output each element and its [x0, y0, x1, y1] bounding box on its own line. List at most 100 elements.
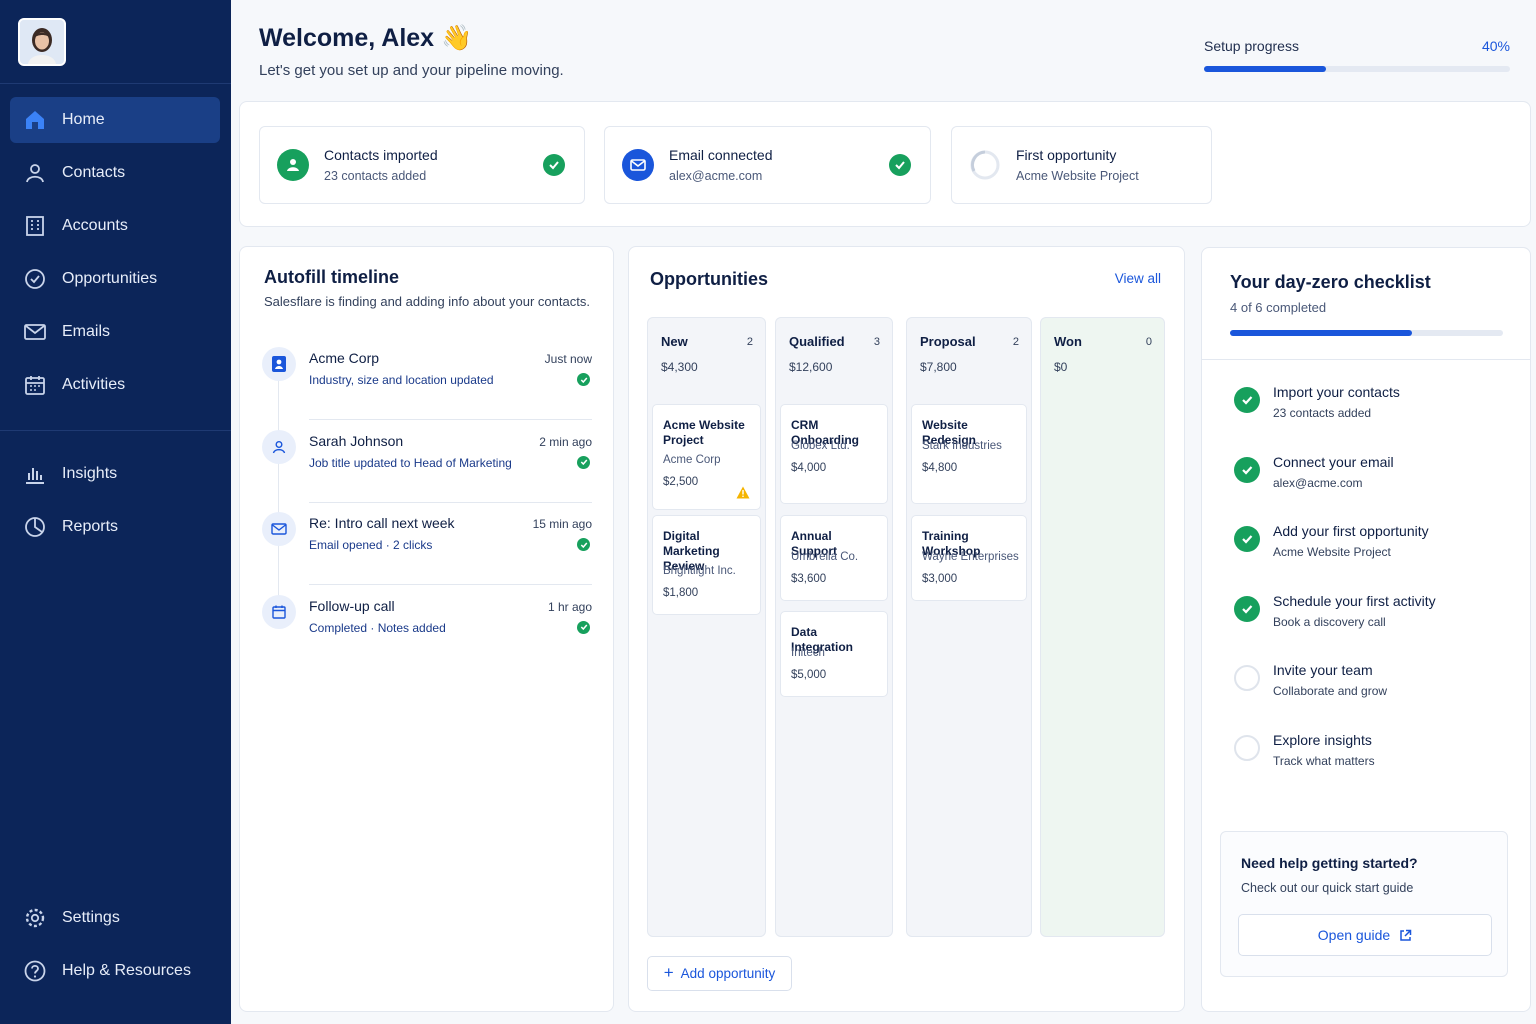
checklist-item[interactable]: Schedule your first activity Book a disco…: [1234, 591, 1514, 641]
checklist-progress-fill: [1230, 330, 1413, 336]
column-name: Proposal: [920, 334, 976, 349]
checklist-item[interactable]: Add your first opportunity Acme Website P…: [1234, 521, 1514, 571]
opportunity-card[interactable]: Acme Website Project Acme Corp $2,500: [652, 404, 761, 510]
column-total: $12,600: [789, 360, 833, 374]
column-total: $7,800: [920, 360, 957, 374]
setup-progress-label: Setup progress: [1204, 38, 1299, 54]
opportunity-company: Stark Industries: [922, 440, 1002, 452]
user-icon: [262, 429, 296, 464]
step-card-email[interactable]: Email connected alex@acme.com: [604, 126, 931, 204]
loading-spinner-icon: [969, 149, 1001, 181]
check-icon: [577, 455, 590, 469]
check-icon: [577, 538, 590, 551]
checklist-item[interactable]: Explore insights Track what matters: [1234, 730, 1514, 780]
open-guide-button[interactable]: Open guide: [1238, 914, 1492, 956]
checklist-item[interactable]: Invite your team Collaborate and grow: [1234, 660, 1514, 710]
sidebar-item-accounts[interactable]: Accounts: [10, 203, 220, 249]
sidebar-item-contacts[interactable]: Contacts: [10, 150, 220, 196]
help-circle-icon: [22, 958, 48, 984]
opportunity-value: $4,000: [791, 462, 827, 474]
opportunity-company: Umbrella Co.: [791, 551, 859, 563]
step-card-contacts[interactable]: Contacts imported 23 contacts added: [259, 126, 585, 204]
opportunity-value: $5,000: [791, 669, 827, 681]
view-all-link[interactable]: View all: [1115, 271, 1161, 286]
timeline-item-subtitle: Industry, size and location updated: [309, 373, 494, 387]
opportunity-card[interactable]: CRM Onboarding Globex Ltd. $4,000: [780, 404, 888, 504]
step-title: Contacts imported: [324, 147, 438, 163]
sidebar-item-home[interactable]: Home: [10, 97, 220, 143]
check-icon: [889, 154, 911, 176]
checklist-item-subtitle: alex@acme.com: [1273, 475, 1363, 490]
sidebar-item-opportunities[interactable]: Opportunities: [10, 256, 220, 302]
setup-progress-percent: 40%: [1481, 38, 1510, 54]
avatar[interactable]: [18, 18, 66, 66]
divider: [309, 501, 592, 503]
empty-circle-icon[interactable]: [1234, 735, 1260, 761]
sidebar: Home Contacts Accounts Opportunities Emails A…: [0, 0, 231, 1024]
timeline-item-time: 1 hr ago: [547, 599, 592, 614]
sidebar-item-reports[interactable]: Reports: [10, 504, 220, 550]
wave-emoji: 👋: [441, 24, 473, 52]
pie-chart-icon: [22, 514, 48, 540]
opportunity-card[interactable]: Digital Marketing Review Brightlight Inc.…: [652, 515, 761, 615]
opportunity-card[interactable]: Annual Support Umbrella Co. $3,600: [780, 515, 888, 601]
sidebar-item-activities[interactable]: Activities: [10, 362, 220, 408]
setup-progress-fill: [1204, 66, 1327, 72]
sidebar-item-help-resources[interactable]: Help & Resources: [10, 948, 220, 994]
envelope-icon: [262, 512, 296, 546]
checklist-item[interactable]: Connect your email alex@acme.com: [1234, 452, 1514, 502]
timeline-item[interactable]: Acme Corp Industry, size and location upd…: [262, 347, 592, 429]
timeline-item[interactable]: Follow-up call Completed · Notes added 1 h…: [262, 594, 592, 677]
check-icon: [1234, 387, 1260, 413]
column-count: 0: [1145, 336, 1152, 348]
timeline-item[interactable]: Re: Intro call next week Email opened · 2…: [262, 512, 592, 594]
sidebar-item-label: Reports: [62, 518, 119, 535]
building-icon: [22, 213, 48, 239]
sidebar-item-emails[interactable]: Emails: [10, 309, 220, 355]
sidebar-item-label: Contacts: [62, 164, 126, 181]
empty-circle-icon[interactable]: [1234, 665, 1260, 692]
envelope-icon: [622, 149, 654, 181]
timeline-subtitle: Salesflare is finding and adding info ab…: [264, 294, 590, 309]
opportunity-card[interactable]: Data Integration Initech $5,000: [780, 611, 888, 697]
timeline-item-title: Sarah Johnson: [309, 432, 404, 449]
calendar-icon: [262, 594, 296, 629]
column-name: New: [661, 334, 688, 349]
opportunity-value: $4,800: [922, 462, 958, 474]
step-subtitle: Acme Website Project: [1016, 169, 1139, 183]
opportunity-card[interactable]: Website Redesign Stark Industries $4,800: [911, 404, 1027, 504]
checklist-item-subtitle: Book a discovery call: [1273, 614, 1386, 629]
page-subtitle: Let's get you set up and your pipeline m…: [259, 62, 564, 79]
opportunity-value: $1,800: [663, 587, 699, 599]
add-opportunity-button[interactable]: + Add opportunity: [647, 956, 792, 991]
checklist-item-subtitle: Acme Website Project: [1273, 545, 1391, 560]
check-icon: [543, 154, 565, 176]
checklist-item[interactable]: Import your contacts 23 contacts added: [1234, 382, 1514, 432]
opportunity-company: Wayne Enterprises: [922, 551, 1019, 563]
target-icon: [22, 266, 48, 292]
checklist-item-title: Schedule your first activity: [1273, 592, 1436, 609]
add-opportunity-label: Add opportunity: [680, 966, 776, 981]
gear-icon: [22, 905, 48, 931]
sidebar-item-insights[interactable]: Insights: [10, 451, 220, 497]
page-title: Welcome, Alex 👋: [259, 24, 473, 52]
timeline-item[interactable]: Sarah Johnson Job title updated to Head o…: [262, 429, 592, 512]
divider: [1202, 359, 1530, 360]
step-card-opportunity[interactable]: First opportunity Acme Website Project: [951, 126, 1212, 204]
column-count: 3: [873, 336, 880, 348]
sidebar-item-label: Insights: [62, 465, 118, 482]
checklist-progress-bar: [1230, 330, 1503, 336]
checklist-item-title: Invite your team: [1273, 662, 1373, 679]
timeline-item-title: Re: Intro call next week: [309, 515, 455, 531]
sidebar-item-label: Activities: [62, 376, 126, 393]
timeline-item-time: 15 min ago: [532, 517, 592, 531]
sidebar-item-label: Accounts: [62, 217, 128, 234]
opportunity-card[interactable]: Training Workshop Wayne Enterprises $3,000: [911, 515, 1027, 601]
timeline-item-subtitle: Completed · Notes added: [309, 620, 446, 635]
checklist-item-title: Explore insights: [1273, 732, 1372, 748]
sidebar-divider: [0, 83, 231, 84]
pipeline-column-qualified: Qualified 3 $12,600 CRM Onboarding Globex Lt…: [775, 317, 893, 937]
sidebar-item-settings[interactable]: Settings: [10, 895, 220, 941]
column-count: 2: [1012, 336, 1019, 348]
help-box: Need help getting started? Check out our…: [1220, 831, 1508, 977]
